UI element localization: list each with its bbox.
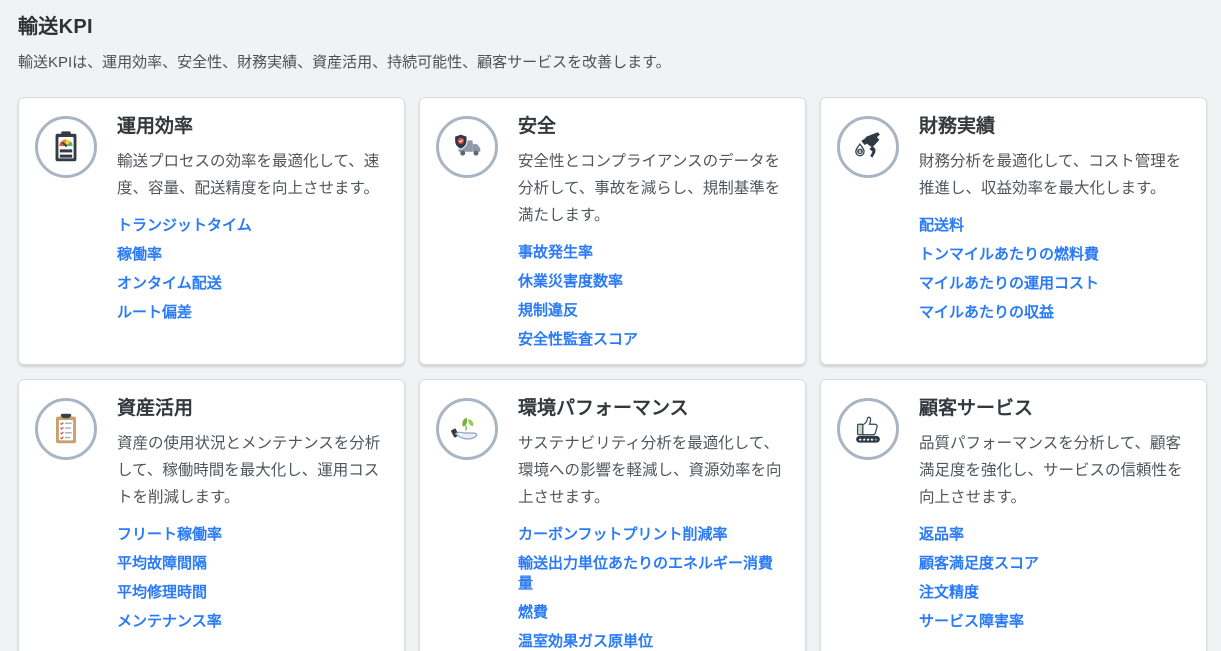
kpi-link-operational-efficiency-3[interactable]: ルート偏差 (117, 303, 384, 323)
card-body: 安全 安全性とコンプライアンスのデータを分析して、事故を減らし、規制基準を満たし… (518, 112, 785, 350)
svg-text:★★★★: ★★★★ (858, 437, 874, 442)
eco-hand-leaf-icon (436, 398, 498, 460)
card-link-list: トランジットタイム稼働率オンタイム配送ルート偏差 (117, 216, 384, 323)
card-description: 品質パフォーマンスを分析して、顧客満足度を強化し、サービスの信頼性を向上させます… (919, 430, 1186, 511)
card-description: 資産の使用状況とメンテナンスを分析して、稼働時間を最大化し、運用コストを削減しま… (117, 430, 384, 511)
kpi-link-safety-1[interactable]: 休業災害度数率 (518, 272, 785, 292)
shield-truck-icon (436, 116, 498, 178)
card-description: 財務分析を最適化して、コスト管理を推進し、収益効率を最大化します。 (919, 148, 1186, 202)
kpi-link-financial-performance-3[interactable]: マイルあたりの収益 (919, 303, 1186, 323)
transportation-kpi-page: { "page": { "title": "輸送KPI", "subtitle"… (0, 0, 1221, 651)
card-body: 運用効率 輸送プロセスの効率を最適化して、速度、容量、配送精度を向上させます。 … (117, 112, 384, 323)
card-link-list: 配送料トンマイルあたりの燃料費マイルあたりの運用コストマイルあたりの収益 (919, 216, 1186, 323)
kpi-link-financial-performance-1[interactable]: トンマイルあたりの燃料費 (919, 245, 1186, 265)
page-container: 輸送KPI 輸送KPIは、運用効率、安全性、財務実績、資産活用、持続可能性、顧客… (0, 0, 1221, 651)
kpi-link-operational-efficiency-2[interactable]: オンタイム配送 (117, 274, 384, 294)
card-body: 顧客サービス 品質パフォーマンスを分析して、顧客満足度を強化し、サービスの信頼性… (919, 394, 1186, 632)
card-title: 安全 (518, 114, 785, 140)
thumbs-up-rating-icon: ★★★★★ (837, 398, 899, 460)
kpi-link-financial-performance-2[interactable]: マイルあたりの運用コスト (919, 274, 1186, 294)
kpi-card-grid: 運用効率 輸送プロセスの効率を最適化して、速度、容量、配送精度を向上させます。 … (18, 97, 1207, 651)
card-title: 顧客サービス (919, 396, 1186, 422)
kpi-link-customer-service-0[interactable]: 返品率 (919, 525, 1186, 545)
fuel-dollar-icon: $ (837, 116, 899, 178)
card-title: 資産活用 (117, 396, 384, 422)
card-description: サステナビリティ分析を最適化して、環境への影響を軽減し、資源効率を向上させます。 (518, 430, 785, 511)
card-body: 財務実績 財務分析を最適化して、コスト管理を推進し、収益効率を最大化します。 配… (919, 112, 1186, 323)
kpi-link-environmental-performance-0[interactable]: カーボンフットプリント削減率 (518, 525, 785, 545)
kpi-link-customer-service-2[interactable]: 注文精度 (919, 583, 1186, 603)
kpi-card-environmental-performance: 環境パフォーマンス サステナビリティ分析を最適化して、環境への影響を軽減し、資源… (419, 379, 806, 651)
checklist-clipboard-icon (35, 398, 97, 460)
kpi-link-asset-utilization-0[interactable]: フリート稼働率 (117, 525, 384, 545)
kpi-link-customer-service-3[interactable]: サービス障害率 (919, 612, 1186, 632)
kpi-link-financial-performance-0[interactable]: 配送料 (919, 216, 1186, 236)
kpi-link-safety-2[interactable]: 規制違反 (518, 301, 785, 321)
page-subtitle: 輸送KPIは、運用効率、安全性、財務実績、資産活用、持続可能性、顧客サービスを改… (18, 51, 1207, 72)
card-title: 運用効率 (117, 114, 384, 140)
card-link-list: 返品率顧客満足度スコア注文精度サービス障害率 (919, 525, 1186, 632)
kpi-link-operational-efficiency-1[interactable]: 稼働率 (117, 245, 384, 265)
kpi-card-customer-service: ★★★★★ 顧客サービス 品質パフォーマンスを分析して、顧客満足度を強化し、サー… (820, 379, 1207, 651)
kpi-link-asset-utilization-2[interactable]: 平均修理時間 (117, 583, 384, 603)
kpi-link-environmental-performance-3[interactable]: 温室効果ガス原単位 (518, 632, 785, 651)
card-body: 環境パフォーマンス サステナビリティ分析を最適化して、環境への影響を軽減し、資源… (518, 394, 785, 651)
svg-text:$: $ (859, 149, 862, 155)
kpi-link-safety-3[interactable]: 安全性監査スコア (518, 330, 785, 350)
kpi-card-operational-efficiency: 運用効率 輸送プロセスの効率を最適化して、速度、容量、配送精度を向上させます。 … (18, 97, 405, 365)
kpi-link-asset-utilization-3[interactable]: メンテナンス率 (117, 612, 384, 632)
card-description: 安全性とコンプライアンスのデータを分析して、事故を減らし、規制基準を満たします。 (518, 148, 785, 229)
kpi-link-safety-0[interactable]: 事故発生率 (518, 243, 785, 263)
card-link-list: 事故発生率休業災害度数率規制違反安全性監査スコア (518, 243, 785, 350)
kpi-link-environmental-performance-2[interactable]: 燃費 (518, 603, 785, 623)
card-title: 環境パフォーマンス (518, 396, 785, 422)
gauge-clipboard-icon (35, 116, 97, 178)
kpi-link-asset-utilization-1[interactable]: 平均故障間隔 (117, 554, 384, 574)
card-link-list: カーボンフットプリント削減率輸送出力単位あたりのエネルギー消費量燃費温室効果ガス… (518, 525, 785, 651)
card-body: 資産活用 資産の使用状況とメンテナンスを分析して、稼働時間を最大化し、運用コスト… (117, 394, 384, 632)
kpi-card-financial-performance: $ 財務実績 財務分析を最適化して、コスト管理を推進し、収益効率を最大化します。… (820, 97, 1207, 365)
svg-text:★: ★ (874, 437, 878, 442)
kpi-card-safety: 安全 安全性とコンプライアンスのデータを分析して、事故を減らし、規制基準を満たし… (419, 97, 806, 365)
kpi-link-customer-service-1[interactable]: 顧客満足度スコア (919, 554, 1186, 574)
card-title: 財務実績 (919, 114, 1186, 140)
kpi-link-environmental-performance-1[interactable]: 輸送出力単位あたりのエネルギー消費量 (518, 554, 785, 594)
card-description: 輸送プロセスの効率を最適化して、速度、容量、配送精度を向上させます。 (117, 148, 384, 202)
kpi-card-asset-utilization: 資産活用 資産の使用状況とメンテナンスを分析して、稼働時間を最大化し、運用コスト… (18, 379, 405, 651)
page-title: 輸送KPI (18, 10, 1207, 39)
kpi-link-operational-efficiency-0[interactable]: トランジットタイム (117, 216, 384, 236)
card-link-list: フリート稼働率平均故障間隔平均修理時間メンテナンス率 (117, 525, 384, 632)
